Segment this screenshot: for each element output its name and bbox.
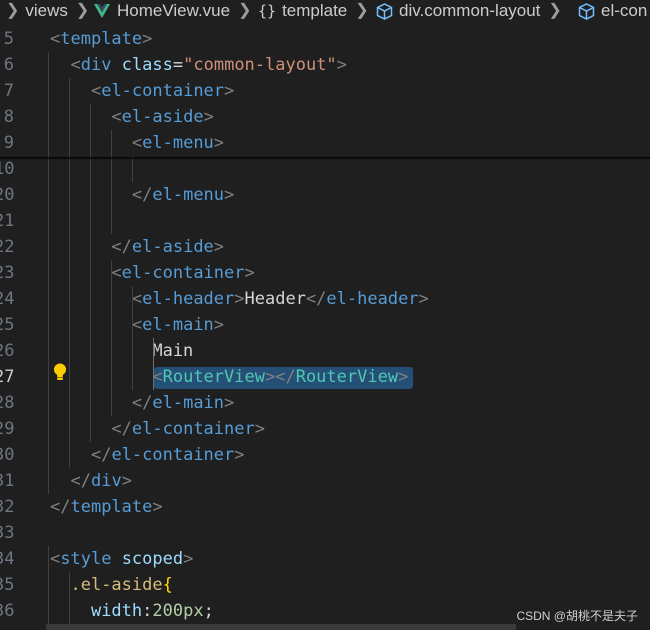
code-text: <el-container> [90,81,235,101]
code-text: </template> [50,497,163,517]
line-number: 22 [0,237,15,257]
chevron-right-icon: ❯ [6,2,20,19]
code-line[interactable]: 29 </el-container> [0,416,650,442]
line-number: 31 [0,471,15,491]
chevron-right-icon: ❯ [75,2,90,19]
chevron-right-icon: ❯ [548,2,562,19]
code-line[interactable]: 26 Main [0,338,650,364]
code-line[interactable]: 9 <el-menu> [0,130,650,156]
vue-logo-icon [94,4,110,18]
code-text: </el-menu> [131,185,235,205]
indent-guide [132,286,133,390]
line-number: 6 [3,55,14,75]
line-number: 29 [0,419,15,439]
code-line[interactable]: 35 .el-aside{ [0,572,650,598]
line-number: 23 [0,263,15,283]
indent-guide [153,338,154,390]
code-line[interactable]: 23 <el-container> [0,260,650,286]
line-number: 20 [0,185,15,205]
line-number: 28 [0,393,15,413]
code-line[interactable]: 27 <RouterView></RouterView> [0,364,650,390]
code-line[interactable]: 6 <div class="common-layout"> [0,52,650,78]
line-number: 34 [0,549,15,569]
indent-guide [69,572,70,624]
code-line[interactable]: 33 [0,520,650,546]
indent-guide [48,52,49,494]
horizontal-scrollbar[interactable] [46,624,516,630]
line-number: 21 [0,211,15,231]
code-text: </div> [70,471,132,491]
line-number: 33 [0,523,15,543]
code-text: Main [50,341,194,361]
indent-guide [90,104,91,442]
line-number: 30 [0,445,15,465]
line-number: 9 [3,133,14,153]
line-number: 27 [0,367,15,387]
code-text: width:200px; [90,601,214,621]
code-text: <el-aside> [111,107,214,127]
line-number: 32 [0,497,15,517]
braces-icon: {} [258,2,277,20]
indent-guide [111,260,112,416]
code-line[interactable]: 24 <el-header>Header</el-header> [0,286,650,312]
code-line[interactable]: 5 <template> [0,26,650,52]
code-line[interactable]: 8 <el-aside> [0,104,650,130]
line-number: 26 [0,341,15,361]
code-text: <el-main> [131,315,225,335]
breadcrumb: ❯ views ❯ HomeView.vue ❯ {} template ❯ d… [0,0,650,22]
breadcrumb-item-div[interactable]: div.common-layout ❯ [376,0,562,22]
indent-guide [69,78,70,468]
code-text: <style scoped> [50,549,194,569]
line-number: 7 [3,81,14,101]
code-line[interactable]: 25 <el-main> [0,312,650,338]
indent-guide [48,546,49,624]
code-line[interactable]: 7 <el-container> [0,78,650,104]
line-number: 36 [0,601,15,621]
code-line[interactable]: 22 </el-aside> [0,234,650,260]
code-text: <div class="common-layout"> [70,55,347,75]
code-line[interactable]: 21 [0,208,650,234]
code-text: <el-menu> [131,133,225,153]
code-line[interactable]: 20 </el-menu> [0,182,650,208]
code-line[interactable]: 30 </el-container> [0,442,650,468]
indent-guide [111,130,112,234]
breadcrumb-item-el-container[interactable]: el-con [578,0,647,22]
breadcrumb-item-template[interactable]: {} template ❯ [258,0,369,22]
cube-icon [578,2,595,20]
code-text: <el-header>Header</el-header> [131,289,429,309]
sticky-scroll-shadow [0,157,650,160]
code-text: </el-main> [131,393,235,413]
line-number: 8 [3,107,14,127]
code-text: </el-container> [90,445,245,465]
line-number: 24 [0,289,15,309]
chevron-right-icon: ❯ [355,2,369,19]
watermark: CSDN @胡桃不是夫子 [516,609,638,623]
breadcrumb-item-file[interactable]: HomeView.vue ❯ [94,0,252,22]
code-line[interactable]: 32 </template> [0,494,650,520]
chevron-right-icon: ❯ [238,2,252,19]
code-line[interactable]: 28 </el-main> [0,390,650,416]
code-text: </el-container> [111,419,265,439]
code-line[interactable]: 34 <style scoped> [0,546,650,572]
code-text: </el-aside> [111,237,225,257]
line-number: 5 [3,29,14,49]
cube-icon [376,2,393,20]
code-text: <template> [50,29,153,49]
code-text: <RouterView></RouterView> [152,367,409,387]
lightbulb-icon[interactable] [53,363,67,381]
code-text: <el-container> [111,263,255,283]
line-number: 25 [0,315,15,335]
code-editor[interactable]: 5 <template> 6 <div class="common-layout">… [0,26,650,630]
breadcrumb-item-views[interactable]: ❯ views ❯ [6,0,89,22]
code-line[interactable]: 31 </div> [0,468,650,494]
line-number: 35 [0,575,15,595]
